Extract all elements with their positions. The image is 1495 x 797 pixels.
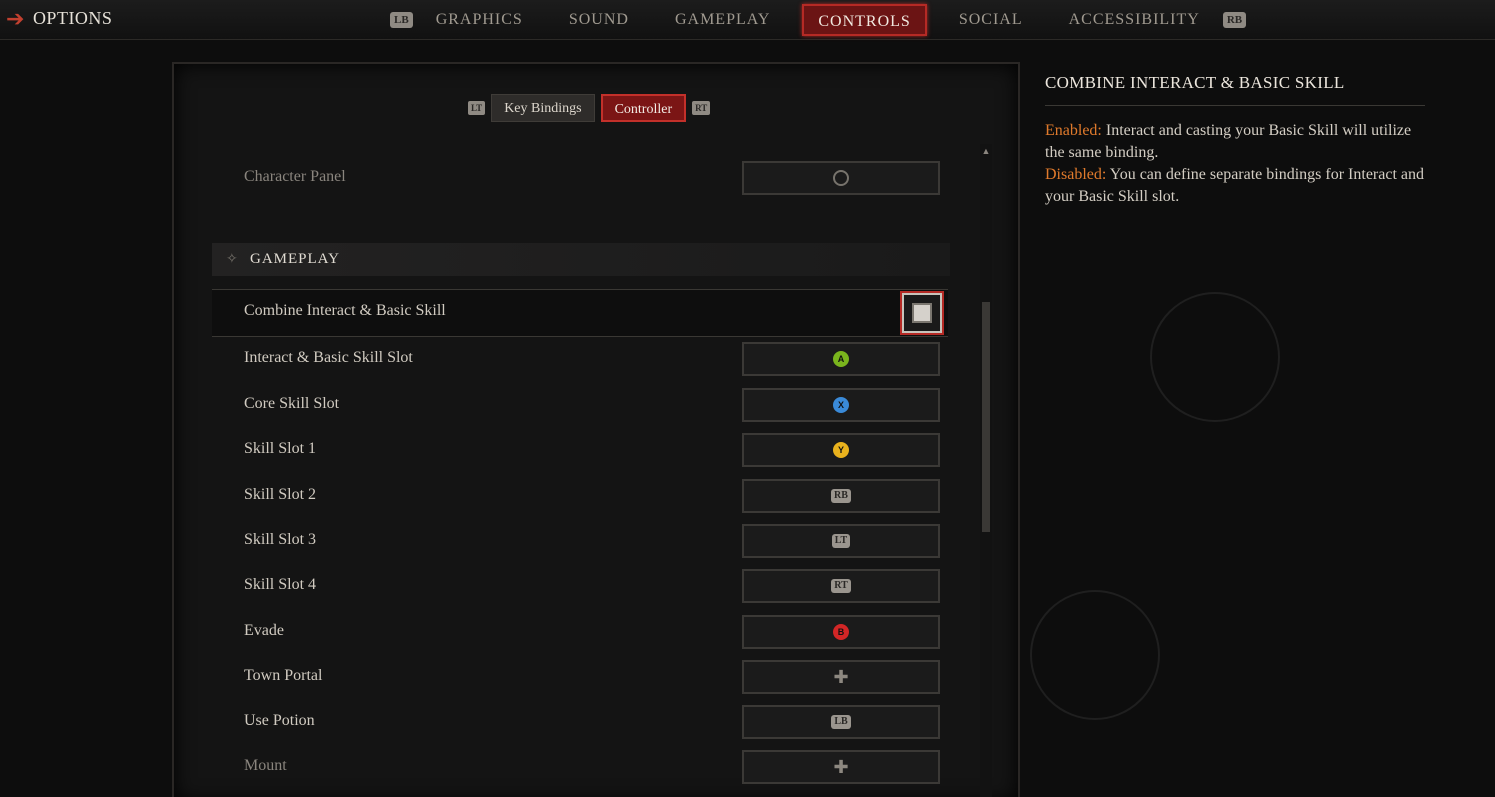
binding-label: Use Potion: [244, 712, 315, 729]
lb-bumper-icon[interactable]: LB: [390, 12, 413, 28]
y-button-icon: Y: [833, 442, 849, 458]
subtabs: LT Key Bindings Controller RT: [468, 94, 711, 122]
description-panel: COMBINE INTERACT & BASIC SKILL Enabled: …: [1045, 73, 1425, 208]
subtab-key-bindings[interactable]: Key Bindings: [491, 94, 595, 122]
tab-accessibility[interactable]: ACCESSIBILITY: [1055, 4, 1214, 36]
top-bar: ➔ OPTIONS LB GRAPHICS SOUND GAMEPLAY CON…: [0, 0, 1495, 40]
lt-button-icon: LT: [831, 534, 851, 548]
back-arrow-icon[interactable]: ➔: [6, 7, 25, 29]
binding-label: Mount: [244, 757, 287, 774]
lt-trigger-icon[interactable]: LT: [468, 101, 486, 115]
scrollbar-thumb[interactable]: [982, 302, 990, 532]
binding-box[interactable]: B: [742, 615, 940, 649]
binding-label: Skill Slot 1: [244, 440, 317, 457]
options-title: OPTIONS: [32, 8, 113, 28]
binding-box[interactable]: LT: [742, 524, 940, 558]
section-title: GAMEPLAY: [250, 251, 340, 267]
tab-sound[interactable]: SOUND: [555, 4, 643, 36]
decorative-sigil-icon: [1150, 292, 1280, 422]
binding-box[interactable]: LB: [742, 705, 940, 739]
tab-graphics[interactable]: GRAPHICS: [422, 4, 537, 36]
combine-checkbox[interactable]: [900, 291, 944, 335]
b-button-icon: B: [833, 624, 849, 640]
binding-label: Town Portal: [244, 667, 323, 684]
scroll-up-arrow-icon[interactable]: ▲: [981, 146, 991, 158]
binding-box[interactable]: A: [742, 342, 940, 376]
binding-box[interactable]: ✚: [742, 750, 940, 784]
binding-label: Evade: [244, 622, 284, 639]
decorative-sigil-icon: [1030, 590, 1160, 720]
tab-gameplay[interactable]: GAMEPLAY: [661, 4, 784, 36]
binding-label: Skill Slot 2: [244, 486, 317, 503]
options-header[interactable]: ➔ OPTIONS: [6, 7, 113, 29]
binding-box[interactable]: ✚: [742, 660, 940, 694]
rb-bumper-icon[interactable]: RB: [1222, 12, 1247, 28]
dpad-icon: ✚: [833, 757, 849, 777]
tab-controls[interactable]: CONTROLS: [802, 4, 927, 36]
main-tabs: LB GRAPHICS SOUND GAMEPLAY CONTROLS SOCI…: [390, 0, 1247, 40]
subtab-controller[interactable]: Controller: [600, 94, 687, 122]
tab-social[interactable]: SOCIAL: [945, 4, 1037, 36]
character-panel-label: Character Panel: [244, 168, 346, 185]
binding-box[interactable]: RT: [742, 569, 940, 603]
binding-label: Core Skill Slot: [244, 395, 340, 412]
enabled-label: Enabled:: [1045, 122, 1102, 139]
character-panel-binding[interactable]: [742, 161, 940, 195]
menu-button-icon: [833, 170, 849, 186]
x-button-icon: X: [833, 397, 849, 413]
binding-label: Skill Slot 4: [244, 576, 317, 593]
lb-button-icon: LB: [831, 715, 851, 729]
section-diamond-icon: ✧: [226, 252, 238, 267]
a-button-icon: A: [833, 351, 849, 367]
rt-trigger-icon[interactable]: RT: [692, 101, 711, 115]
gameplay-section-header: ✧ GAMEPLAY: [212, 243, 950, 276]
binding-box[interactable]: RB: [742, 479, 940, 513]
description-title: COMBINE INTERACT & BASIC SKILL: [1045, 73, 1425, 106]
rt-button-icon: RT: [831, 579, 851, 593]
binding-box[interactable]: Y: [742, 433, 940, 467]
combine-label: Combine Interact & Basic Skill: [244, 302, 446, 319]
rb-button-icon: RB: [831, 489, 851, 503]
checkbox-inner: [912, 303, 932, 323]
binding-label: Skill Slot 3: [244, 531, 317, 548]
dpad-icon: ✚: [833, 667, 849, 687]
disabled-label: Disabled:: [1045, 166, 1107, 183]
binding-box[interactable]: X: [742, 388, 940, 422]
description-body: Enabled: Interact and casting your Basic…: [1045, 120, 1425, 208]
binding-label: Interact & Basic Skill Slot: [244, 349, 413, 366]
